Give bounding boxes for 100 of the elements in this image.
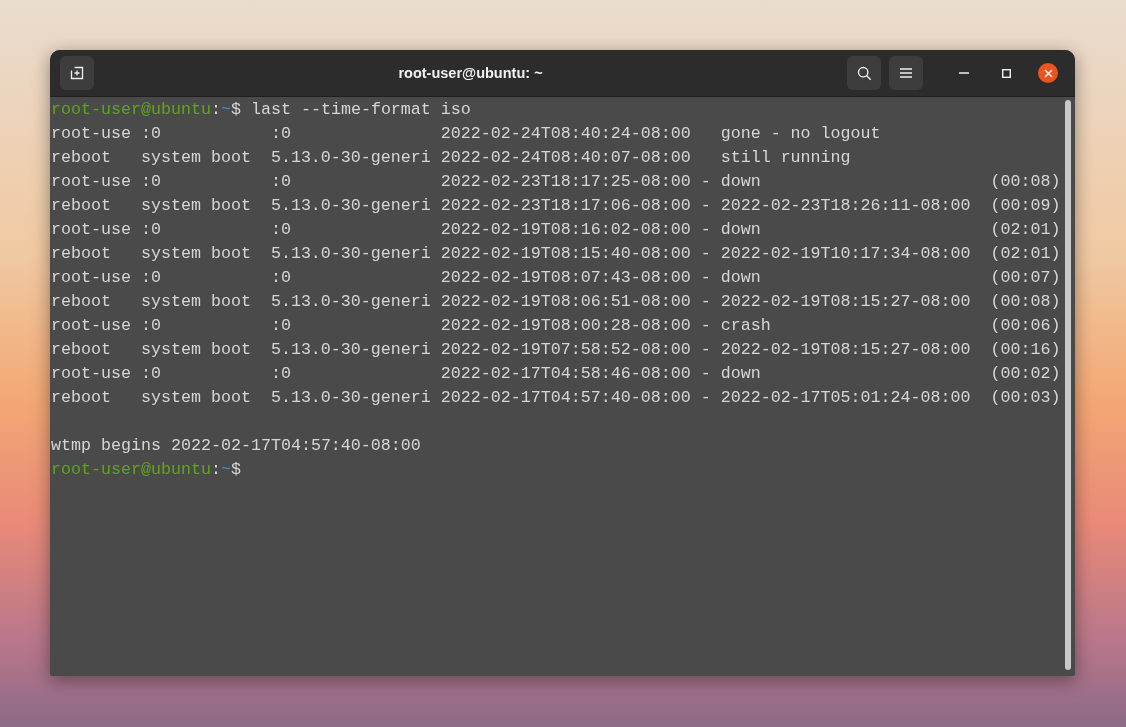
logout-cell-text: down [720,267,761,289]
duration-cell-text: (00:06) [990,315,1061,337]
logout-cell-text: 2022-02-19T08:15:27-08:00 [720,339,971,361]
prompt-symbol: $ [230,460,241,479]
duration-cell-text: (00:09) [990,195,1061,217]
login-time-cell-text: 2022-02-19T08:07:43-08:00 [440,267,691,289]
separator-text: - [700,267,711,289]
user-cell-text: root-use [51,363,131,385]
tty-cell-text: :0 [140,363,161,385]
window-title: root-user@ubuntu: ~ [397,65,544,81]
menu-button[interactable] [889,56,923,90]
logout-cell-text: down [720,219,761,241]
user-cell-text: root-use [51,123,131,145]
tty-cell-text: system boot [140,291,251,313]
separator-text: - [700,291,711,313]
menu-icon [900,68,912,78]
separator-text: - [700,195,711,217]
tty-cell-text: system boot [140,339,251,361]
tty-cell-text: system boot [140,195,251,217]
logout-cell-text: 2022-02-23T18:26:11-08:00 [720,195,971,217]
user-cell-text: reboot [51,339,111,361]
login-time-cell-text: 2022-02-19T07:58:52-08:00 [440,339,691,361]
host-cell-text: 5.13.0-30-generi [270,147,431,169]
tty-cell-text: :0 [140,171,161,193]
output-line: wtmp begins 2022-02-17T04:57:40-08:00 [51,436,421,455]
prompt-colon: : [210,460,221,479]
prompt-user-host: root-user@ubuntu [51,100,211,119]
host-cell-text: 5.13.0-30-generi [270,339,431,361]
prompt-path: ~ [220,460,231,479]
prompt-colon: : [210,100,221,119]
logout-cell-text: 2022-02-19T10:17:34-08:00 [720,243,971,265]
logout-cell-text: down [720,363,761,385]
minimize-icon [959,72,969,74]
logout-cell-text: crash [720,315,771,337]
tty-cell-text: system boot [140,147,251,169]
host-cell-text: :0 [270,123,291,145]
host-cell-text: 5.13.0-30-generi [270,387,431,409]
search-icon [856,65,872,81]
user-cell-text: root-use [51,219,131,241]
logout-cell-text: 2022-02-19T08:15:27-08:00 [720,291,971,313]
host-cell-text: :0 [270,171,291,193]
logout-cell-text: down [720,171,761,193]
user-cell-text: root-use [51,315,131,337]
new-tab-button[interactable] [60,56,94,90]
close-button[interactable] [1038,63,1058,83]
logout-cell-text: 2022-02-17T05:01:24-08:00 [720,387,971,409]
login-time-cell-text: 2022-02-19T08:15:40-08:00 [440,243,691,265]
tty-cell-text: system boot [140,387,251,409]
separator-text: - [700,387,711,409]
login-time-cell-text: 2022-02-19T08:06:51-08:00 [440,291,691,313]
user-cell-text: reboot [51,195,111,217]
duration-cell-text: (00:02) [990,363,1061,385]
prompt-path: ~ [220,100,231,119]
separator-text: - [700,171,711,193]
host-cell-text: :0 [270,363,291,385]
separator-text: - [700,339,711,361]
separator-text: - [700,363,711,385]
separator-text: - [700,219,711,241]
user-cell-text: reboot [51,291,111,313]
user-cell-text: reboot [51,147,111,169]
login-time-cell-text: 2022-02-19T08:00:28-08:00 [440,315,691,337]
host-cell-text: :0 [270,219,291,241]
new-tab-icon [70,66,84,80]
login-time-cell-text: 2022-02-23T18:17:06-08:00 [440,195,691,217]
tty-cell-text: :0 [140,123,161,145]
separator-text: - [700,243,711,265]
host-cell-text: :0 [270,315,291,337]
scrollbar[interactable] [1064,100,1071,670]
user-cell-text: reboot [51,387,111,409]
prompt-user-host: root-user@ubuntu [51,460,211,479]
tty-cell-text: :0 [140,219,161,241]
login-time-cell-text: 2022-02-17T04:58:46-08:00 [440,363,691,385]
user-cell-text: root-use [51,171,131,193]
duration-cell-text: (00:03) [990,387,1061,409]
tty-cell-text: :0 [140,267,161,289]
duration-cell-text: (00:08) [990,171,1061,193]
logout-cell-text: gone - no logout [720,123,881,145]
duration-cell-text: (00:07) [990,267,1061,289]
search-button[interactable] [847,56,881,90]
user-cell-text: root-use [51,267,131,289]
logout-cell-text: still running [720,147,851,169]
close-icon [1043,68,1053,78]
login-time-cell-text: 2022-02-17T04:57:40-08:00 [440,387,691,409]
login-time-cell-text: 2022-02-24T08:40:07-08:00 [440,147,691,169]
duration-cell-text: (00:08) [990,291,1061,313]
login-time-cell-text: 2022-02-24T08:40:24-08:00 [440,123,691,145]
tty-cell-text: system boot [140,243,251,265]
host-cell-text: 5.13.0-30-generi [270,291,431,313]
user-cell-text: reboot [51,243,111,265]
host-cell-text: 5.13.0-30-generi [270,243,431,265]
command-text: last --time-format iso [250,100,471,119]
login-time-cell-text: 2022-02-23T18:17:25-08:00 [440,171,691,193]
host-cell-text: :0 [270,267,291,289]
duration-cell-text: (02:01) [990,219,1061,241]
separator-text: - [700,315,711,337]
duration-cell-text: (02:01) [990,243,1061,265]
duration-cell-text: (00:16) [990,339,1061,361]
prompt-symbol: $ [230,100,241,119]
host-cell-text: 5.13.0-30-generi [270,195,431,217]
tty-cell-text: :0 [140,315,161,337]
